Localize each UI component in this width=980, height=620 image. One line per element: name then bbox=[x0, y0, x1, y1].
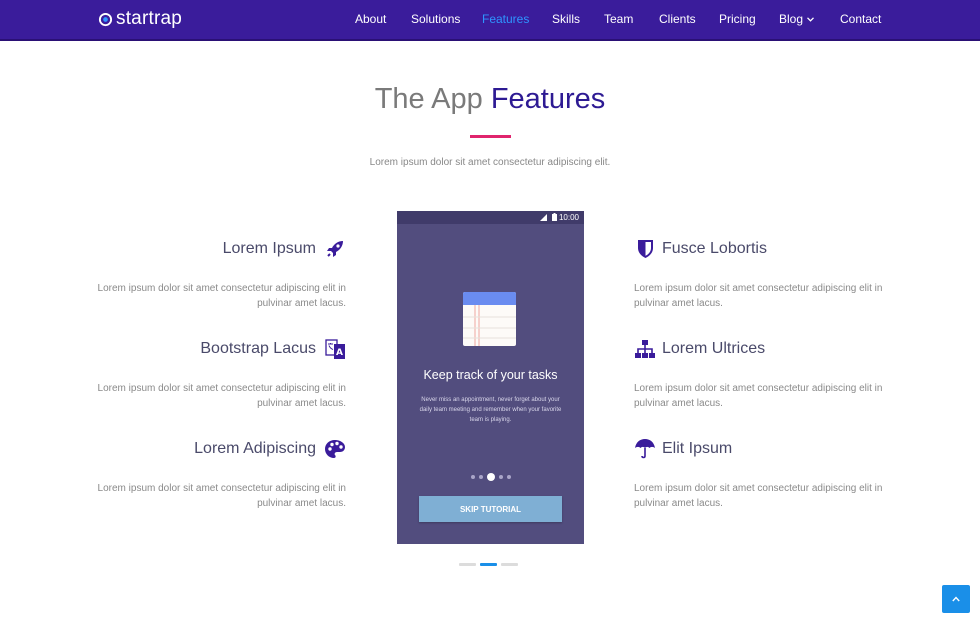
feature-title: Elit Ipsum bbox=[662, 440, 733, 457]
logo-icon bbox=[98, 12, 113, 26]
carousel-indicator[interactable] bbox=[459, 563, 476, 566]
notepad-icon bbox=[463, 292, 516, 346]
page-dot[interactable] bbox=[478, 475, 483, 479]
nav-item-skills[interactable]: Skills bbox=[552, 12, 580, 26]
feature-description: Lorem ipsum dolor sit amet consectetur a… bbox=[97, 483, 346, 509]
carousel-indicator-active[interactable] bbox=[480, 563, 497, 566]
nav-item-about[interactable]: About bbox=[355, 12, 386, 26]
feature-item: Lorem Ultrices Lorem ipsum dolor sit ame… bbox=[634, 337, 884, 411]
carousel-indicator[interactable] bbox=[501, 563, 518, 566]
feature-description: Lorem ipsum dolor sit amet consectetur a… bbox=[97, 383, 346, 409]
section-subtitle: Lorem ipsum dolor sit amet consectetur a… bbox=[369, 157, 611, 168]
feature-description: Lorem ipsum dolor sit amet consectetur a… bbox=[634, 283, 883, 309]
feature-item: Lorem Ipsum Lorem ipsum dolor sit amet c… bbox=[96, 237, 346, 311]
signal-icon bbox=[540, 214, 547, 221]
skip-tutorial-button[interactable]: SKIP TUTORIAL bbox=[419, 496, 562, 522]
title-underline bbox=[470, 135, 511, 138]
feature-item: Elit Ipsum Lorem ipsum dolor sit amet co… bbox=[634, 437, 884, 511]
feature-item: Bootstrap Lacus A Lorem ipsum dolor sit … bbox=[96, 337, 346, 411]
feature-description: Lorem ipsum dolor sit amet consectetur a… bbox=[634, 483, 883, 509]
page-dot[interactable] bbox=[470, 475, 475, 479]
nav-item-solutions[interactable]: Solutions bbox=[411, 12, 460, 26]
phone-time: 10:00 bbox=[558, 213, 579, 222]
carousel-indicators bbox=[459, 563, 518, 566]
palette-icon bbox=[324, 438, 346, 460]
page-dot-active[interactable] bbox=[486, 473, 495, 481]
back-to-top-button[interactable] bbox=[942, 585, 970, 613]
feature-description: Lorem ipsum dolor sit amet consectetur a… bbox=[97, 283, 346, 309]
feature-item: Fusce Lobortis Lorem ipsum dolor sit ame… bbox=[634, 237, 884, 311]
chevron-down-icon bbox=[807, 17, 814, 22]
nav-item-features[interactable]: Features bbox=[482, 12, 529, 26]
translate-icon: A bbox=[324, 338, 346, 360]
sitemap-icon bbox=[634, 338, 656, 360]
umbrella-icon bbox=[634, 438, 656, 460]
feature-title: Lorem Ultrices bbox=[662, 340, 766, 357]
feature-title: Lorem Ipsum bbox=[222, 240, 316, 257]
phone-screen-text: Never miss an appointment, never forget … bbox=[419, 397, 562, 423]
nav-item-contact[interactable]: Contact bbox=[840, 12, 881, 26]
top-navbar: startrap About Solutions Features Skills… bbox=[0, 0, 980, 41]
feature-description: Lorem ipsum dolor sit amet consectetur a… bbox=[634, 383, 883, 409]
page-dot[interactable] bbox=[498, 475, 503, 479]
section-title: The App Features bbox=[0, 82, 980, 116]
nav-item-pricing[interactable]: Pricing bbox=[719, 12, 756, 26]
feature-title: Lorem Adipiscing bbox=[194, 440, 316, 457]
phone-statusbar: 10:00 bbox=[397, 211, 584, 224]
brand-logo[interactable]: startrap bbox=[98, 7, 182, 31]
nav-item-team[interactable]: Team bbox=[604, 12, 633, 26]
phone-screen-title: Keep track of your tasks bbox=[423, 368, 558, 382]
battery-icon bbox=[552, 213, 557, 221]
brand-name: startrap bbox=[116, 8, 183, 29]
nav-item-blog-label: Blog bbox=[779, 12, 804, 26]
nav-item-clients[interactable]: Clients bbox=[659, 12, 696, 26]
section-title-light: The App bbox=[374, 83, 483, 115]
nav-item-blog[interactable]: Blog bbox=[779, 12, 814, 26]
feature-title: Bootstrap Lacus bbox=[200, 340, 316, 357]
feature-title: Fusce Lobortis bbox=[662, 240, 767, 257]
feature-item: Lorem Adipiscing Lorem ipsum dolor sit a… bbox=[96, 437, 346, 511]
svg-text:A: A bbox=[336, 348, 343, 358]
page-dot[interactable] bbox=[506, 475, 511, 479]
rocket-icon bbox=[324, 238, 346, 260]
phone-page-dots bbox=[397, 473, 584, 481]
phone-mockup: 10:00 Keep track of your tasks Never mis… bbox=[397, 211, 584, 544]
chevron-up-icon bbox=[952, 596, 960, 602]
shield-icon bbox=[634, 238, 656, 260]
section-title-strong: Features bbox=[490, 83, 606, 115]
